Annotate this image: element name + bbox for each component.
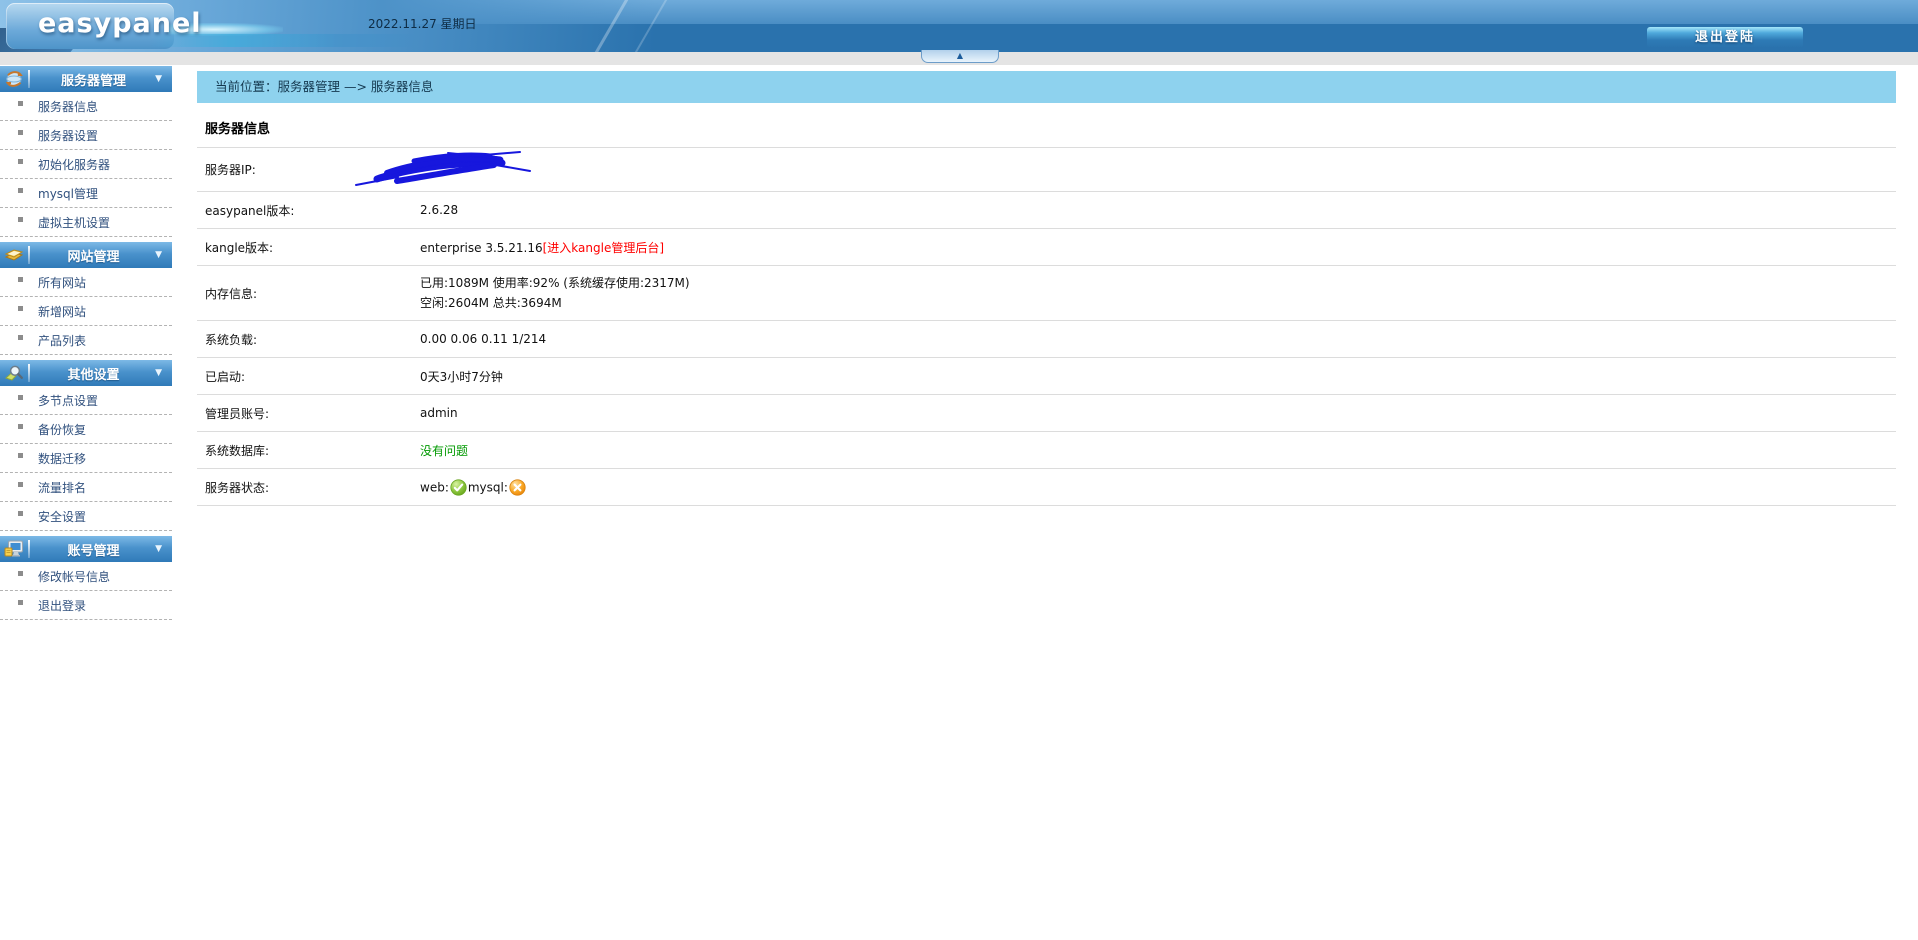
sidebar-section-title: 其他设置 xyxy=(67,367,120,383)
sidebar-item[interactable]: 新增网站 xyxy=(0,297,172,326)
sidebar-item[interactable]: 修改帐号信息 xyxy=(0,562,172,591)
sidebar-section-header[interactable]: 服务器管理 ▼ xyxy=(0,66,172,92)
section-divider xyxy=(28,246,30,264)
monitor-icon xyxy=(0,538,28,560)
table-row: 系统负载: 0.00 0.06 0.11 1/214 xyxy=(197,321,1896,358)
globe-sync-icon xyxy=(0,68,28,90)
header-date: 2022.11.27 星期日 xyxy=(368,17,477,31)
memory-line: 已用:1089M 使用率:92% (系统缓存使用:2317M) xyxy=(420,276,690,290)
sidebar-item[interactable]: 服务器设置 xyxy=(0,121,172,150)
row-value: 没有问题 xyxy=(420,442,1896,459)
chevron-down-icon: ▼ xyxy=(155,74,162,84)
sidebar-item[interactable]: 所有网站 xyxy=(0,268,172,297)
section-divider xyxy=(28,540,30,558)
sidebar-item[interactable]: 服务器信息 xyxy=(0,92,172,121)
status-ok-icon xyxy=(450,478,467,496)
logout-button[interactable]: 退出登陆 xyxy=(1647,27,1803,48)
row-value: enterprise 3.5.21.16[进入kangle管理后台] xyxy=(420,240,665,255)
header: easypanel 2022.11.27 星期日 退出登陆 xyxy=(0,0,1918,52)
row-value: admin xyxy=(420,406,458,420)
chevron-down-icon: ▼ xyxy=(155,368,162,378)
sidebar-item[interactable]: 虚拟主机设置 xyxy=(0,208,172,237)
server-info-table: 服务器IP: easypanel版本: 2.6.28 kangle版本: enterpr… xyxy=(197,147,1896,506)
row-label: 系统负载: xyxy=(205,332,258,347)
sidebar-section-title: 网站管理 xyxy=(67,249,120,265)
row-label: kangle版本: xyxy=(205,240,274,255)
row-label: 管理员账号: xyxy=(205,406,270,421)
sidebar-item[interactable]: 备份恢复 xyxy=(0,415,172,444)
sidebar-section-header[interactable]: 网站管理 ▼ xyxy=(0,242,172,268)
row-label: 服务器状态: xyxy=(205,480,270,495)
breadcrumb: 当前位置：服务器管理 —> 服务器信息 xyxy=(197,71,1896,103)
status-label: web: xyxy=(420,480,449,494)
chevron-up-icon: ▲ xyxy=(956,51,964,60)
row-value: 2.6.28 xyxy=(420,203,459,217)
sidebar-item[interactable]: 产品列表 xyxy=(0,326,172,355)
table-row: kangle版本: enterprise 3.5.21.16[进入kangle管理… xyxy=(197,229,1896,266)
row-value: 0.00 0.06 0.11 1/214 xyxy=(420,332,547,346)
chevron-down-icon: ▼ xyxy=(155,544,162,554)
section-divider xyxy=(28,364,30,382)
row-label: 已启动: xyxy=(205,369,246,384)
sidebar-item[interactable]: 初始化服务器 xyxy=(0,150,172,179)
section-divider xyxy=(28,70,30,88)
sidebar-item[interactable]: mysql管理 xyxy=(0,179,172,208)
sidebar-section-header[interactable]: 其他设置 ▼ xyxy=(0,360,172,386)
row-value: web: mysql: xyxy=(420,478,1896,496)
app-logo: easypanel xyxy=(38,8,202,39)
sidebar-item[interactable]: 安全设置 xyxy=(0,502,172,531)
books-icon xyxy=(0,244,28,266)
sidebar-item[interactable]: 数据迁移 xyxy=(0,444,172,473)
table-row: 系统数据库: 没有问题 xyxy=(197,432,1896,469)
row-value: 已用:1089M 使用率:92% (系统缓存使用:2317M) 空闲:2604M … xyxy=(420,273,1896,313)
sidebar-section-header[interactable]: 账号管理 ▼ xyxy=(0,536,172,562)
table-row: 已启动: 0天3小时7分钟 xyxy=(197,358,1896,395)
table-row: easypanel版本: 2.6.28 xyxy=(197,192,1896,229)
sidebar-item[interactable]: 退出登录 xyxy=(0,591,172,620)
row-label: 服务器IP: xyxy=(205,163,256,177)
main-content: 当前位置：服务器管理 —> 服务器信息 服务器信息 服务器IP: easypane… xyxy=(197,71,1896,506)
chevron-down-icon: ▼ xyxy=(155,250,162,260)
db-status-ok-text: 没有问题 xyxy=(420,443,469,458)
sidebar-section-title: 服务器管理 xyxy=(61,73,127,89)
row-label: easypanel版本: xyxy=(205,203,295,218)
row-label: 系统数据库: xyxy=(205,443,270,458)
kangle-admin-link[interactable]: [进入kangle管理后台] xyxy=(543,241,664,255)
magnifier-icon xyxy=(0,362,28,384)
sidebar-item[interactable]: 流量排名 xyxy=(0,473,172,502)
table-row: 服务器状态: web: mysql: xyxy=(197,469,1896,506)
memory-line: 空闲:2604M 总共:3694M xyxy=(420,296,562,310)
table-row: 管理员账号: admin xyxy=(197,395,1896,432)
status-label: mysql: xyxy=(467,480,508,494)
table-row: 服务器IP: xyxy=(197,148,1896,192)
status-error-icon xyxy=(509,478,526,496)
sidebar: 服务器管理 ▼ 服务器信息 服务器设置 初始化服务器 mysql管理 虚拟主机设置网站管理 ▼… xyxy=(0,66,172,620)
row-value: 0天3小时7分钟 xyxy=(420,369,503,384)
row-label: 内存信息: xyxy=(205,286,258,301)
collapse-header-tab[interactable]: ▲ xyxy=(921,50,999,63)
sidebar-item[interactable]: 多节点设置 xyxy=(0,386,172,415)
page-title: 服务器信息 xyxy=(205,122,271,137)
sidebar-section-title: 账号管理 xyxy=(67,543,120,559)
table-row: 内存信息: 已用:1089M 使用率:92% (系统缓存使用:2317M) 空闲:2… xyxy=(197,266,1896,321)
